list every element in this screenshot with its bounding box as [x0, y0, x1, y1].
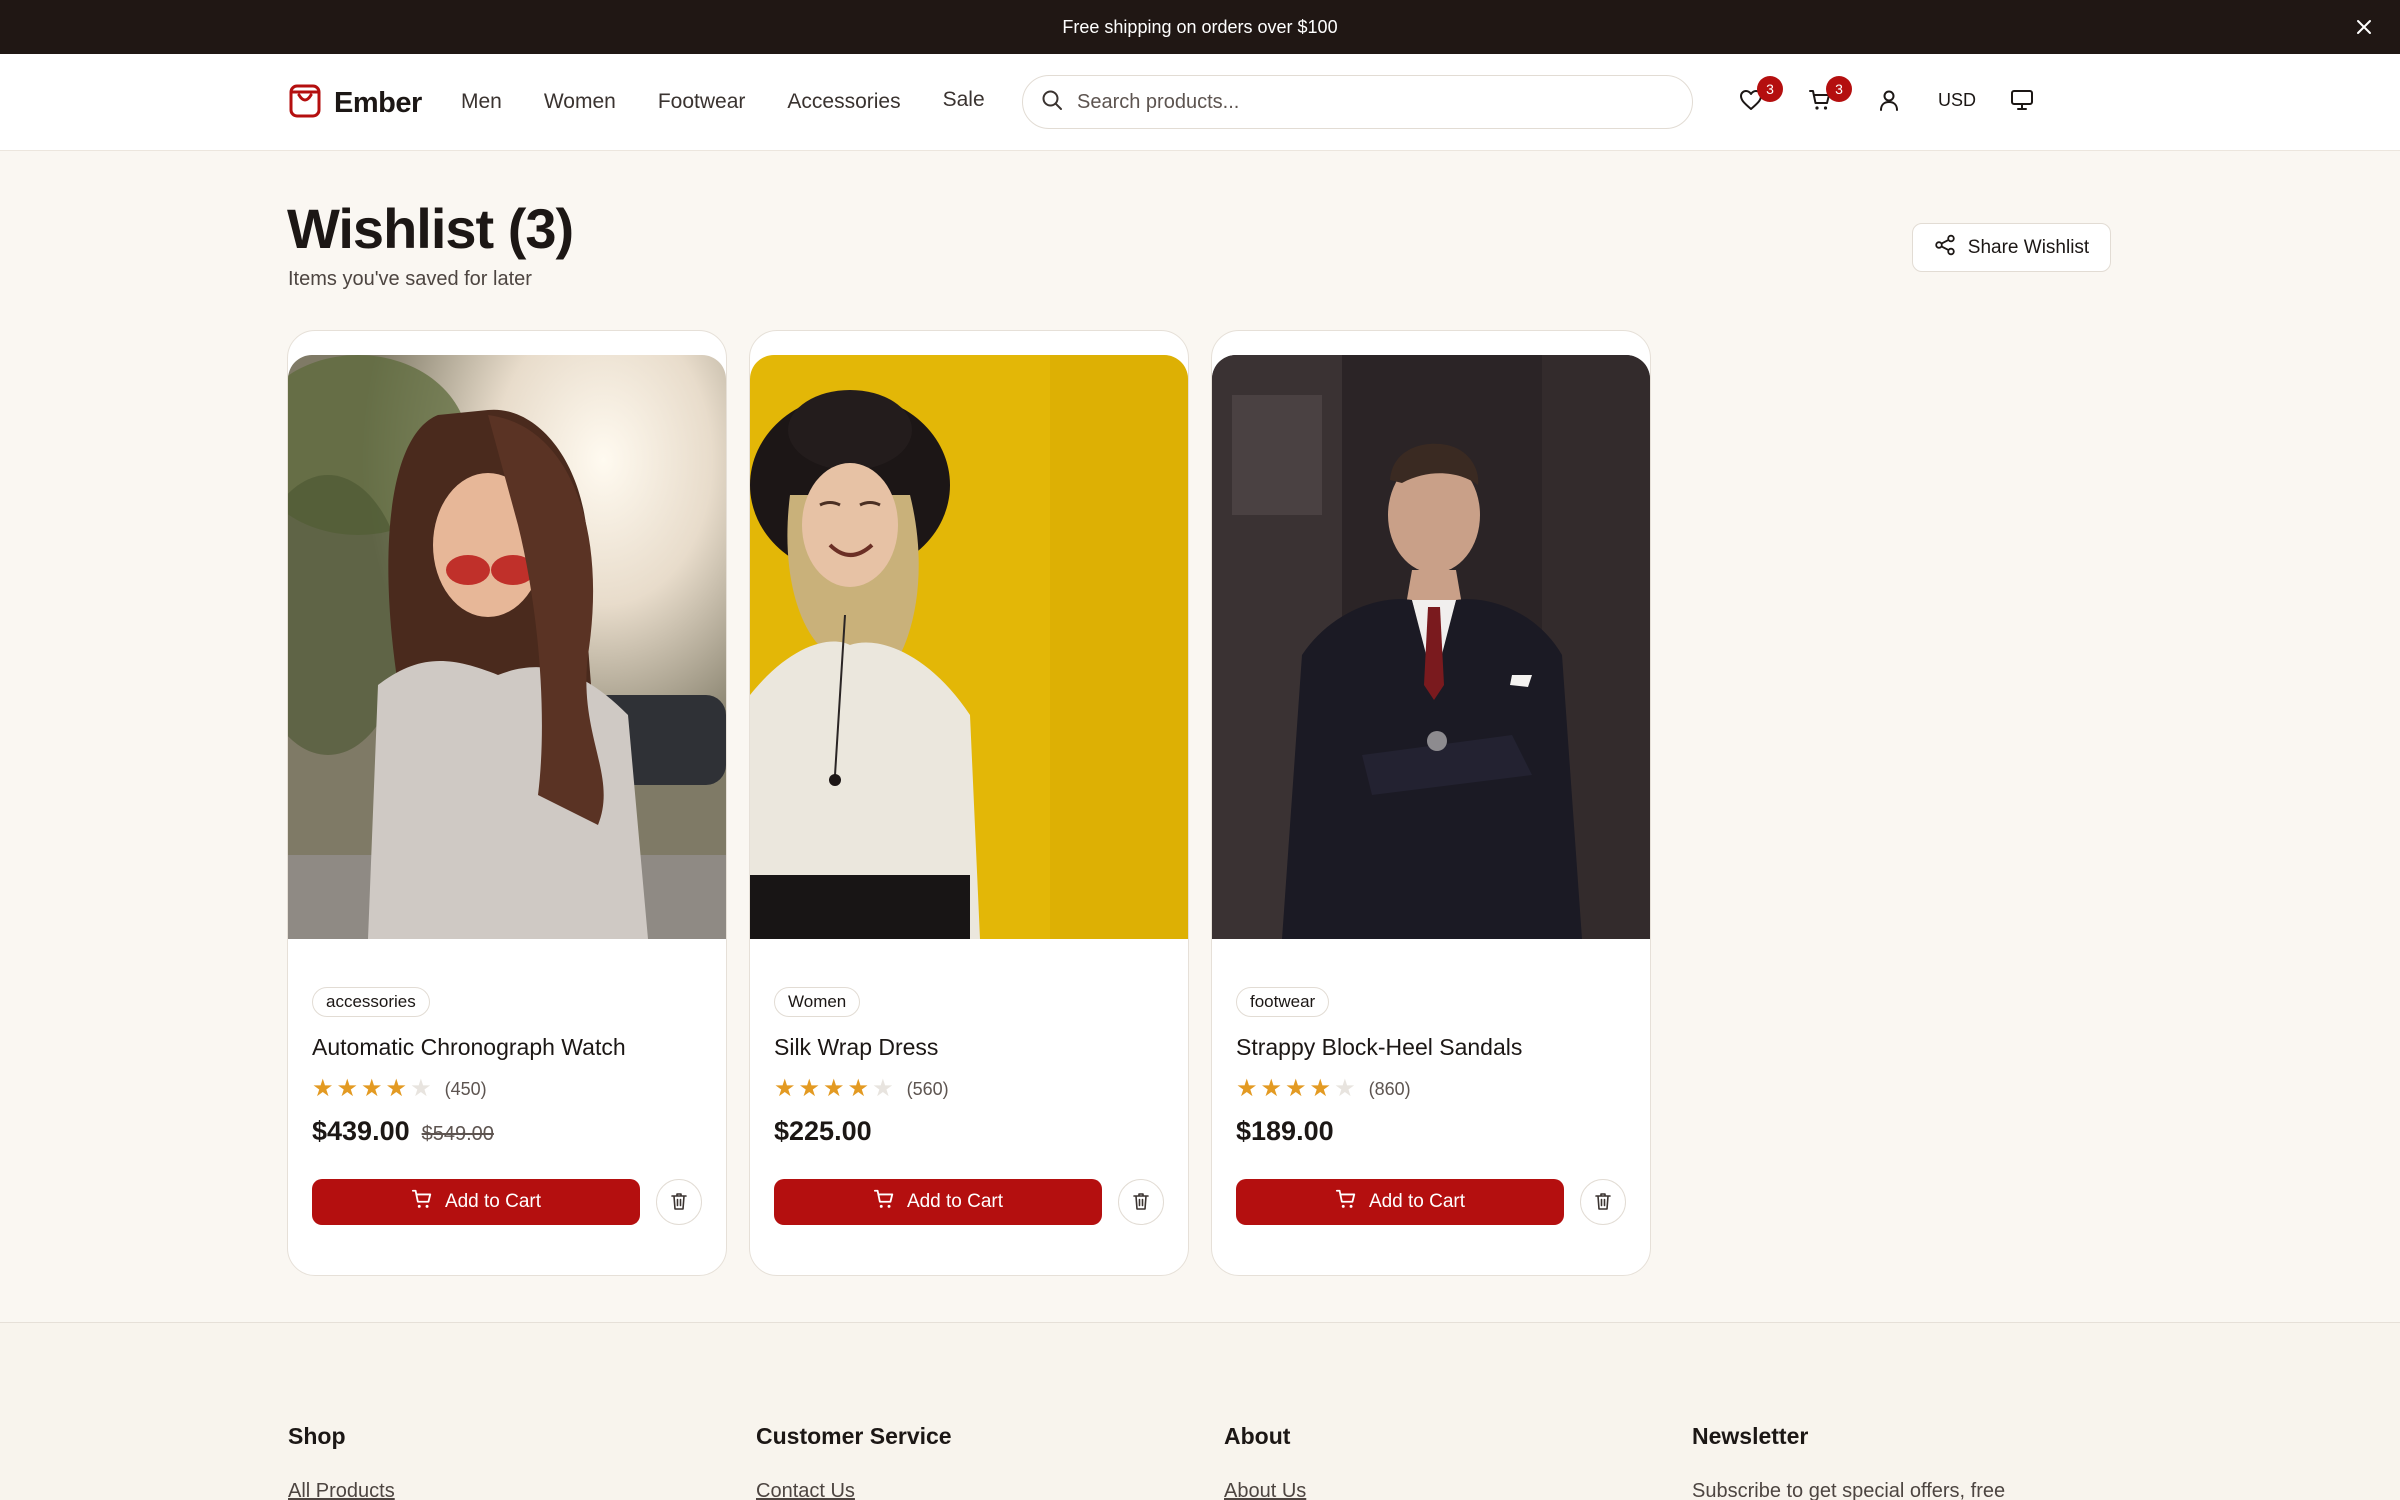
remove-item-button[interactable] — [1118, 1179, 1164, 1225]
star-icon: ★ — [798, 1075, 821, 1102]
footer-link[interactable]: Contact Us — [756, 1480, 855, 1500]
star-icon: ★ — [774, 1075, 796, 1102]
shopping-bag-icon — [288, 83, 322, 124]
wishlist-count-badge: 3 — [1757, 76, 1783, 102]
display-toggle-button[interactable] — [2004, 84, 2040, 120]
review-count: (450) — [444, 1078, 487, 1099]
add-to-cart-label: Add to Cart — [444, 1191, 542, 1212]
footer-heading: About — [1224, 1423, 1291, 1449]
wishlist-card: footwear Strappy Block-Heel Sandals ★ ★ … — [1211, 330, 1651, 1276]
user-icon — [1878, 89, 1900, 116]
star-icon: ★ — [361, 1075, 383, 1102]
category-tag: accessories — [312, 987, 430, 1017]
review-count: (860) — [1368, 1078, 1411, 1099]
footer-heading: Newsletter — [1692, 1423, 1809, 1449]
current-price: $439.00 — [312, 1116, 410, 1146]
remove-item-button[interactable] — [656, 1179, 702, 1225]
logo[interactable]: Ember — [288, 83, 422, 124]
star-icon: ★ — [385, 1075, 408, 1102]
page-subtitle: Items you've saved for later — [288, 268, 532, 290]
current-price: $225.00 — [774, 1116, 872, 1146]
share-wishlist-label: Share Wishlist — [1967, 236, 2090, 258]
nav-sale[interactable]: Sale — [943, 88, 985, 114]
footer-column-customer-service: Customer Service Contact Us — [756, 1423, 952, 1500]
product-name[interactable]: Automatic Chronograph Watch — [312, 1034, 626, 1061]
review-count: (560) — [906, 1078, 949, 1099]
search-input[interactable] — [1077, 90, 1637, 114]
original-price: $549.00 — [421, 1123, 494, 1145]
newsletter-text: Subscribe to get special offers, free — [1692, 1480, 2006, 1500]
search-bar — [1022, 75, 1693, 129]
add-to-cart-button[interactable]: Add to Cart — [774, 1179, 1102, 1225]
category-tag: footwear — [1236, 987, 1330, 1017]
remove-item-button[interactable] — [1580, 1179, 1626, 1225]
share-icon — [1934, 234, 1956, 262]
nav-accessories[interactable]: Accessories — [787, 90, 900, 114]
star-empty-icon: ★ — [872, 1075, 894, 1102]
announcement-text: Free shipping on orders over $100 — [1062, 16, 1338, 37]
close-icon[interactable] — [2348, 11, 2380, 43]
footer-column-about: About About Us — [1224, 1423, 1306, 1500]
trash-icon — [1131, 1191, 1151, 1214]
cart-icon — [1335, 1188, 1357, 1216]
product-price: $439.00 $549.00 — [312, 1116, 494, 1147]
footer-heading: Customer Service — [756, 1423, 952, 1449]
footer-link[interactable]: All Products — [288, 1480, 395, 1500]
add-to-cart-label: Add to Cart — [1368, 1191, 1466, 1212]
star-icon: ★ — [1236, 1075, 1258, 1102]
share-wishlist-button[interactable]: Share Wishlist — [1912, 223, 2111, 272]
nav-women[interactable]: Women — [544, 90, 616, 114]
nav-men[interactable]: Men — [461, 90, 502, 114]
product-rating: ★ ★ ★ ★ ★ (560) — [774, 1077, 949, 1101]
product-image[interactable] — [288, 355, 726, 939]
account-button[interactable] — [1871, 84, 1907, 120]
cart-icon — [873, 1188, 895, 1216]
announcement-bar: Free shipping on orders over $100 — [0, 0, 2400, 54]
page-title: Wishlist (3) — [287, 197, 574, 260]
star-empty-icon: ★ — [410, 1075, 432, 1102]
cart-count-badge: 3 — [1826, 76, 1852, 102]
star-icon: ★ — [1309, 1075, 1332, 1102]
product-image[interactable] — [1212, 355, 1650, 939]
site-header: Ember Men Women Footwear Accessories Sal… — [0, 54, 2400, 151]
star-icon: ★ — [312, 1075, 334, 1102]
star-icon: ★ — [847, 1075, 870, 1102]
add-to-cart-button[interactable]: Add to Cart — [1236, 1179, 1564, 1225]
product-rating: ★ ★ ★ ★ ★ (860) — [1236, 1077, 1411, 1101]
current-price: $189.00 — [1236, 1116, 1334, 1146]
star-empty-icon: ★ — [1334, 1075, 1356, 1102]
wishlist-card: Women Silk Wrap Dress ★ ★ ★ ★ ★ (560) $2… — [749, 330, 1189, 1276]
brand-name: Ember — [334, 87, 422, 119]
footer-column-shop: Shop All Products — [288, 1423, 395, 1500]
product-price: $189.00 — [1236, 1116, 1334, 1147]
footer-heading: Shop — [288, 1423, 346, 1449]
product-image[interactable] — [750, 355, 1188, 939]
site-footer: Shop All Products Customer Service Conta… — [0, 1322, 2400, 1500]
trash-icon — [669, 1191, 689, 1214]
footer-column-newsletter: Newsletter Subscribe to get special offe… — [1692, 1423, 2005, 1500]
nav-footwear[interactable]: Footwear — [658, 90, 746, 114]
cart-icon — [411, 1188, 433, 1216]
star-icon: ★ — [1260, 1075, 1283, 1102]
main-nav: Men Women Footwear Accessories Sale — [461, 88, 985, 114]
product-name[interactable]: Strappy Block-Heel Sandals — [1236, 1034, 1522, 1061]
add-to-cart-button[interactable]: Add to Cart — [312, 1179, 640, 1225]
star-icon: ★ — [1285, 1075, 1307, 1102]
monitor-icon — [2010, 89, 2034, 116]
trash-icon — [1593, 1191, 1613, 1214]
wishlist-button[interactable]: 3 — [1733, 76, 1783, 120]
product-name[interactable]: Silk Wrap Dress — [774, 1034, 938, 1061]
product-rating: ★ ★ ★ ★ ★ (450) — [312, 1077, 487, 1101]
footer-link[interactable]: About Us — [1224, 1480, 1306, 1500]
wishlist-card: accessories Automatic Chronograph Watch … — [287, 330, 727, 1276]
star-icon: ★ — [336, 1075, 359, 1102]
currency-selector[interactable]: USD — [1938, 90, 1976, 111]
add-to-cart-label: Add to Cart — [906, 1191, 1004, 1212]
category-tag: Women — [774, 987, 861, 1017]
search-icon — [1041, 89, 1063, 116]
star-icon: ★ — [823, 1075, 845, 1102]
cart-button[interactable]: 3 — [1802, 76, 1852, 120]
product-price: $225.00 — [774, 1116, 872, 1147]
